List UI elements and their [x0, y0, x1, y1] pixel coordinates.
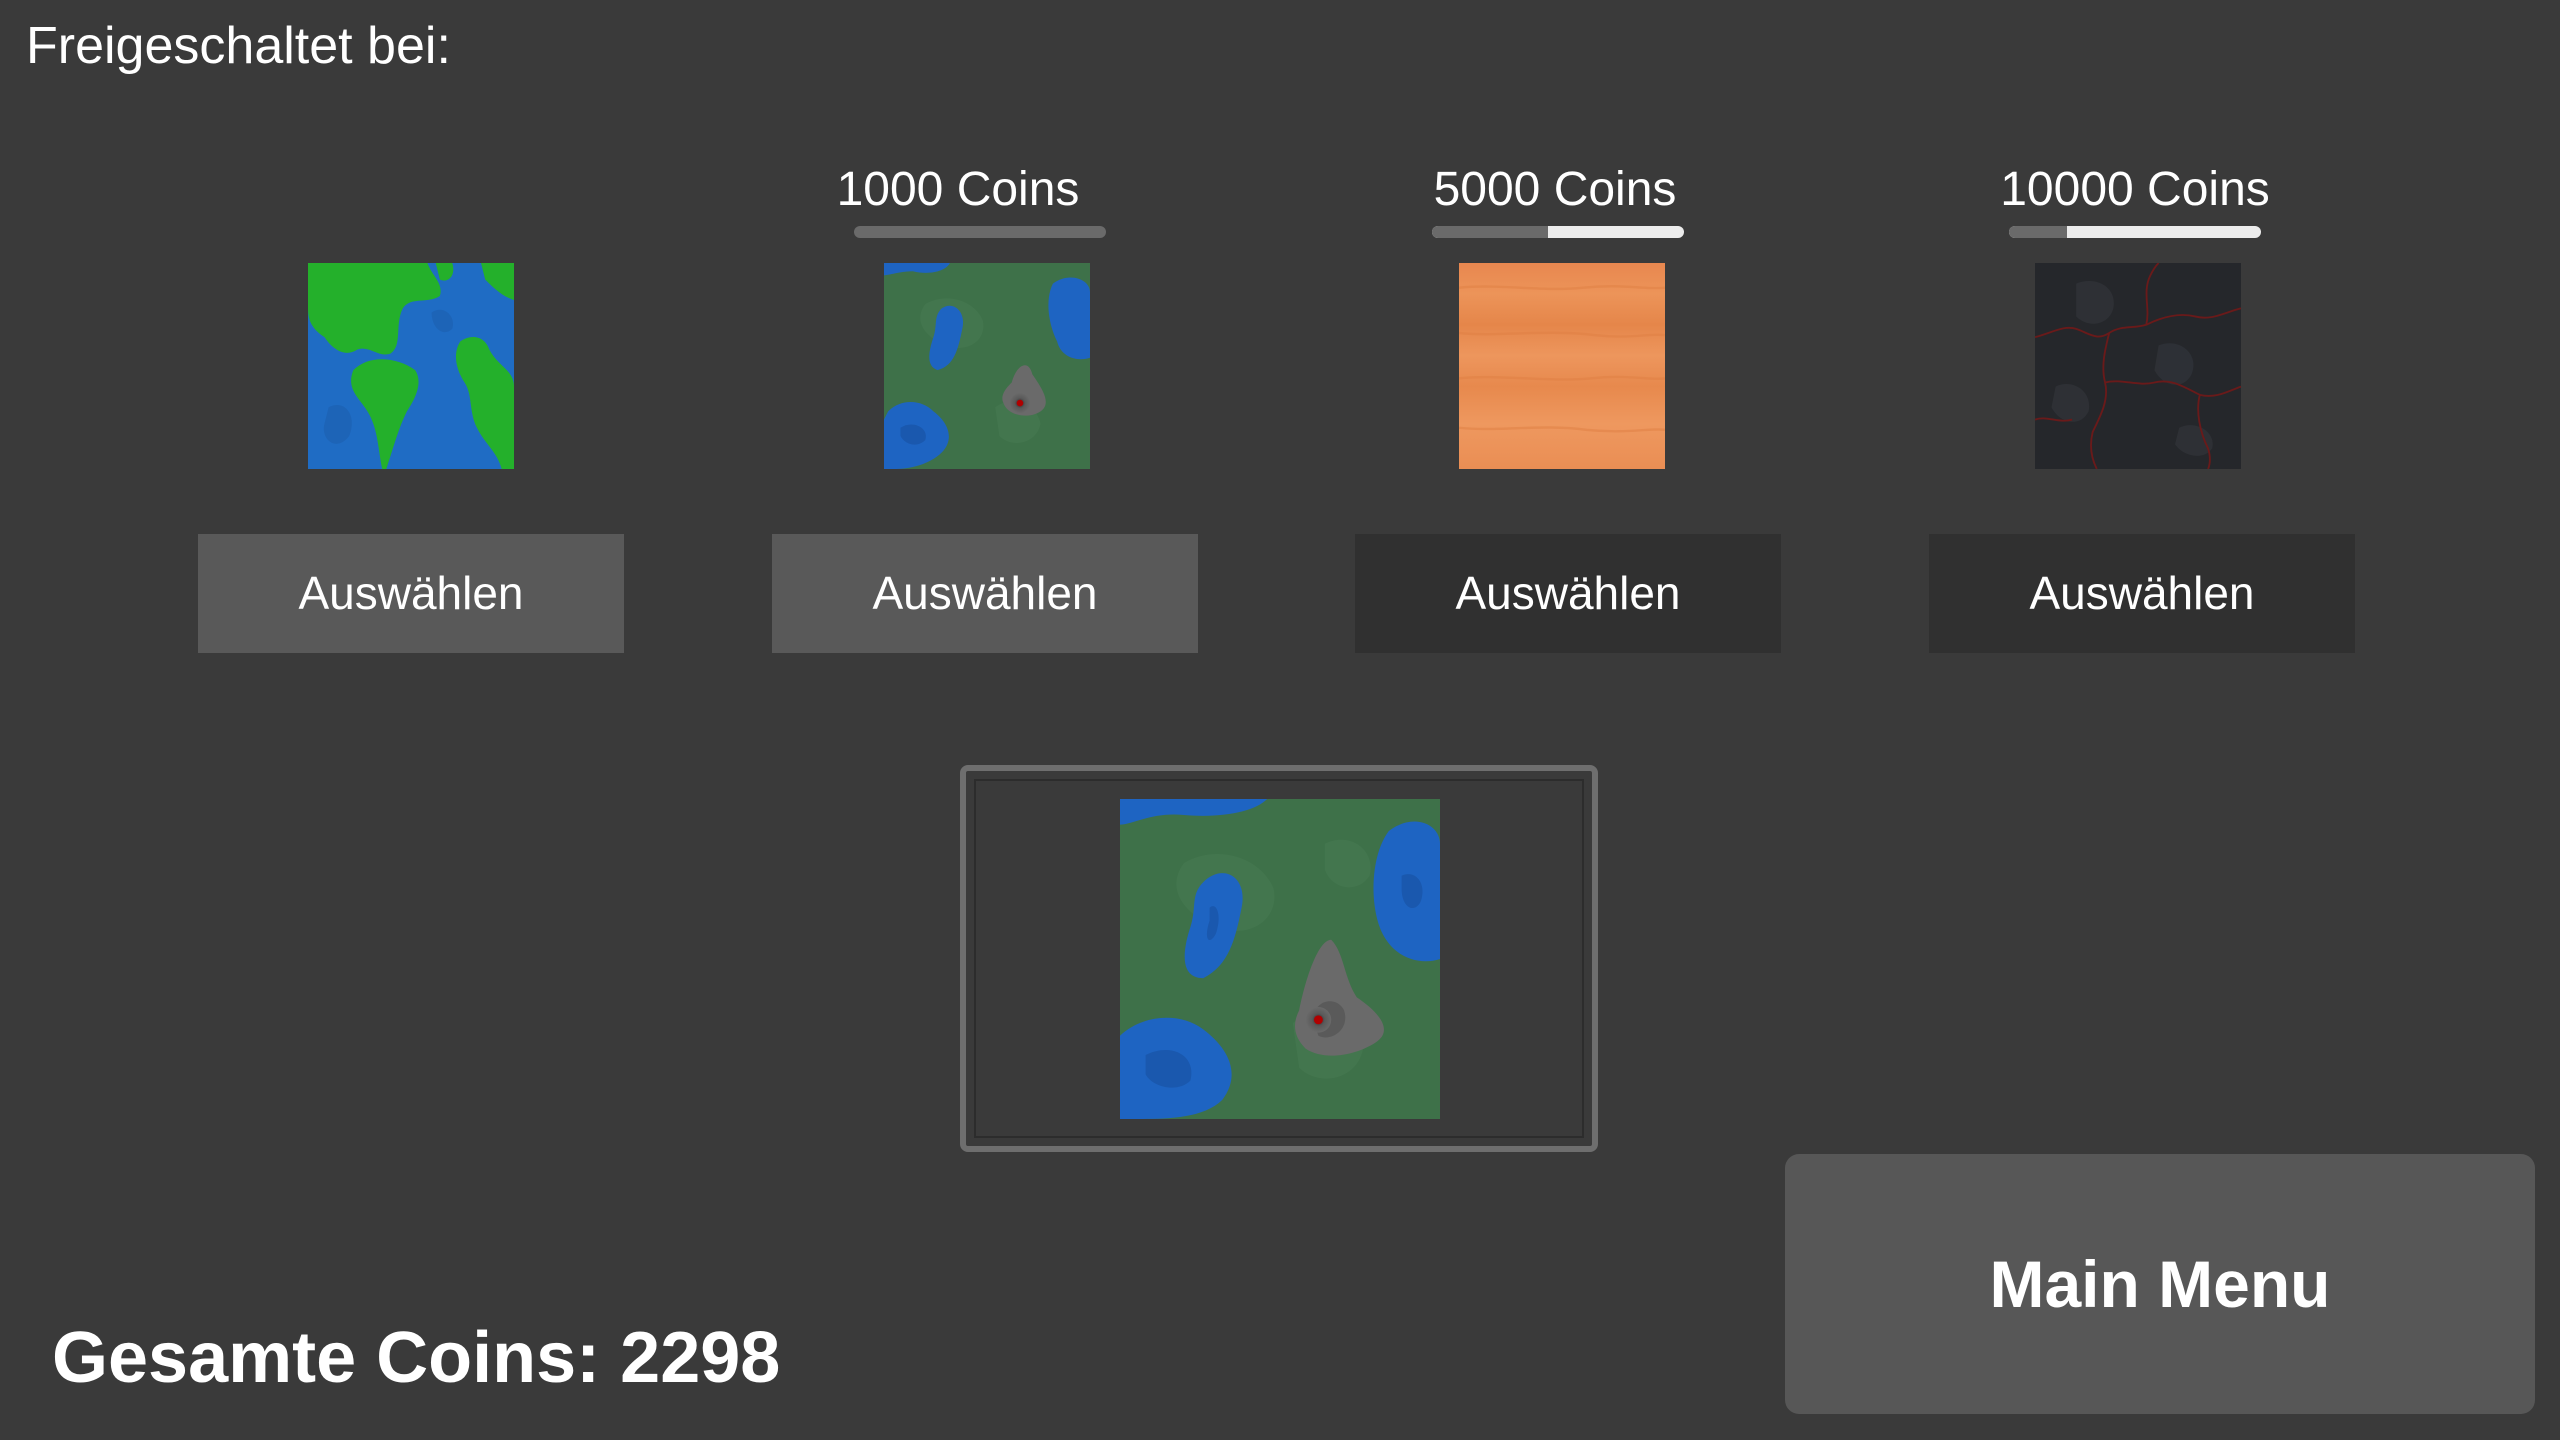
desert-map-thumbnail [1459, 263, 1665, 469]
price-label-map-3: 5000 Coins [1433, 163, 1677, 216]
lava-rock-map-thumbnail [2035, 263, 2241, 469]
earth-map-thumbnail [308, 263, 514, 469]
select-button-map-4[interactable]: Auswählen [1929, 534, 2355, 653]
unlock-progress-bar-map-4 [2009, 226, 2261, 238]
selected-map-preview-image [1120, 799, 1440, 1119]
total-coins-label: Gesamte Coins: 2298 [52, 1318, 781, 1398]
map-select-screen: Freigeschaltet bei: 1000 Coins 5000 Coin… [0, 0, 2560, 1440]
unlock-progress-fill [854, 226, 1106, 238]
unlock-progress-fill [1432, 226, 1548, 238]
unlock-progress-fill [2009, 226, 2067, 238]
volcano-island-map-thumbnail [884, 263, 1090, 469]
select-button-map-3[interactable]: Auswählen [1355, 534, 1781, 653]
price-label-map-4: 10000 Coins [2000, 163, 2270, 216]
unlock-header: Freigeschaltet bei: [26, 17, 451, 75]
price-label-map-2: 1000 Coins [836, 163, 1080, 216]
select-button-map-1[interactable]: Auswählen [198, 534, 624, 653]
unlock-progress-bar-map-2 [854, 226, 1106, 238]
select-button-map-2[interactable]: Auswählen [772, 534, 1198, 653]
unlock-progress-bar-map-3 [1432, 226, 1684, 238]
main-menu-button[interactable]: Main Menu [1785, 1154, 2535, 1414]
